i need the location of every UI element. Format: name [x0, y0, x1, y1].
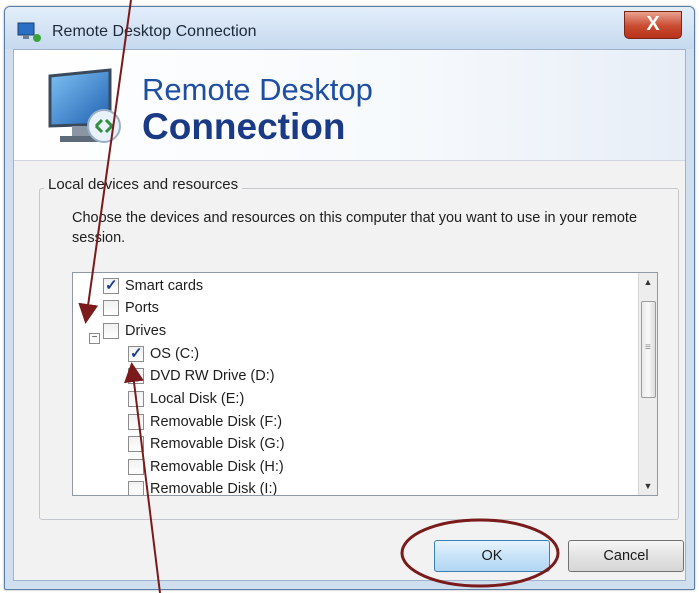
drive-g-checkbox[interactable]	[128, 436, 144, 452]
tree-item-label: Removable Disk (H:)	[150, 459, 284, 475]
window-title: Remote Desktop Connection	[52, 23, 257, 40]
drive-d-checkbox[interactable]	[128, 368, 144, 384]
group-label: Local devices and resources	[44, 176, 243, 193]
checkmark-icon: ✓	[105, 277, 118, 294]
title-bar[interactable]: Remote Desktop Connection X	[5, 7, 694, 49]
tree-item-label: Removable Disk (G:)	[150, 436, 285, 452]
banner-title-line1: Remote Desktop	[142, 72, 373, 107]
dialog-button-bar: OK Cancel	[14, 540, 685, 589]
close-icon: X	[646, 13, 660, 35]
header-banner: Remote Desktop Connection	[14, 50, 685, 161]
smart-cards-checkbox[interactable]: ✓	[103, 277, 119, 294]
checkmark-icon: ✓	[130, 345, 143, 362]
rdp-dialog-window: Remote Desktop Connection X Remote Deskt…	[4, 6, 695, 590]
drives-collapse-icon[interactable]: −	[89, 333, 100, 344]
scroll-up-arrow-icon[interactable]: ▲	[639, 273, 657, 291]
drive-h-checkbox[interactable]	[128, 459, 144, 475]
drive-e-checkbox[interactable]	[128, 391, 144, 407]
tree-item-label: Local Disk (E:)	[150, 391, 245, 407]
resources-description: Choose the devices and resources on this…	[72, 210, 638, 246]
ports-checkbox[interactable]	[103, 300, 119, 316]
drive-c-checkbox[interactable]: ✓	[128, 345, 144, 362]
tree-item-label: OS (C:)	[150, 346, 200, 362]
drives-checkbox[interactable]	[103, 323, 119, 339]
tree-item-label: Removable Disk (F:)	[150, 414, 283, 430]
tree-item-label: Drives	[125, 323, 167, 339]
remote-desktop-monitor-icon	[48, 68, 121, 143]
scroll-down-arrow-icon[interactable]: ▼	[639, 477, 657, 495]
tree-item-label: Removable Disk (I:)	[150, 481, 278, 496]
tree-item-label: DVD RW Drive (D:)	[150, 368, 275, 384]
resources-tree-list[interactable]: ✓ Smart cards Ports − Drives ✓ OS (C:) D…	[72, 272, 658, 496]
remote-desktop-app-icon	[17, 22, 41, 42]
grip-icon: ≡	[645, 342, 651, 353]
close-button[interactable]: X	[624, 11, 682, 39]
dialog-client-area: Remote Desktop Connection Local devices …	[13, 49, 686, 581]
drive-f-checkbox[interactable]	[128, 414, 144, 430]
tree-item-label: Ports	[125, 300, 159, 316]
ok-button[interactable]: OK	[434, 540, 550, 572]
vertical-scrollbar[interactable]: ▲ ≡ ▼	[638, 273, 657, 495]
drive-i-checkbox[interactable]	[128, 481, 144, 495]
cancel-button[interactable]: Cancel	[568, 540, 684, 572]
banner-title-line2: Connection	[142, 106, 346, 147]
scroll-thumb[interactable]: ≡	[641, 301, 656, 398]
tree-item-label: Smart cards	[125, 278, 204, 294]
